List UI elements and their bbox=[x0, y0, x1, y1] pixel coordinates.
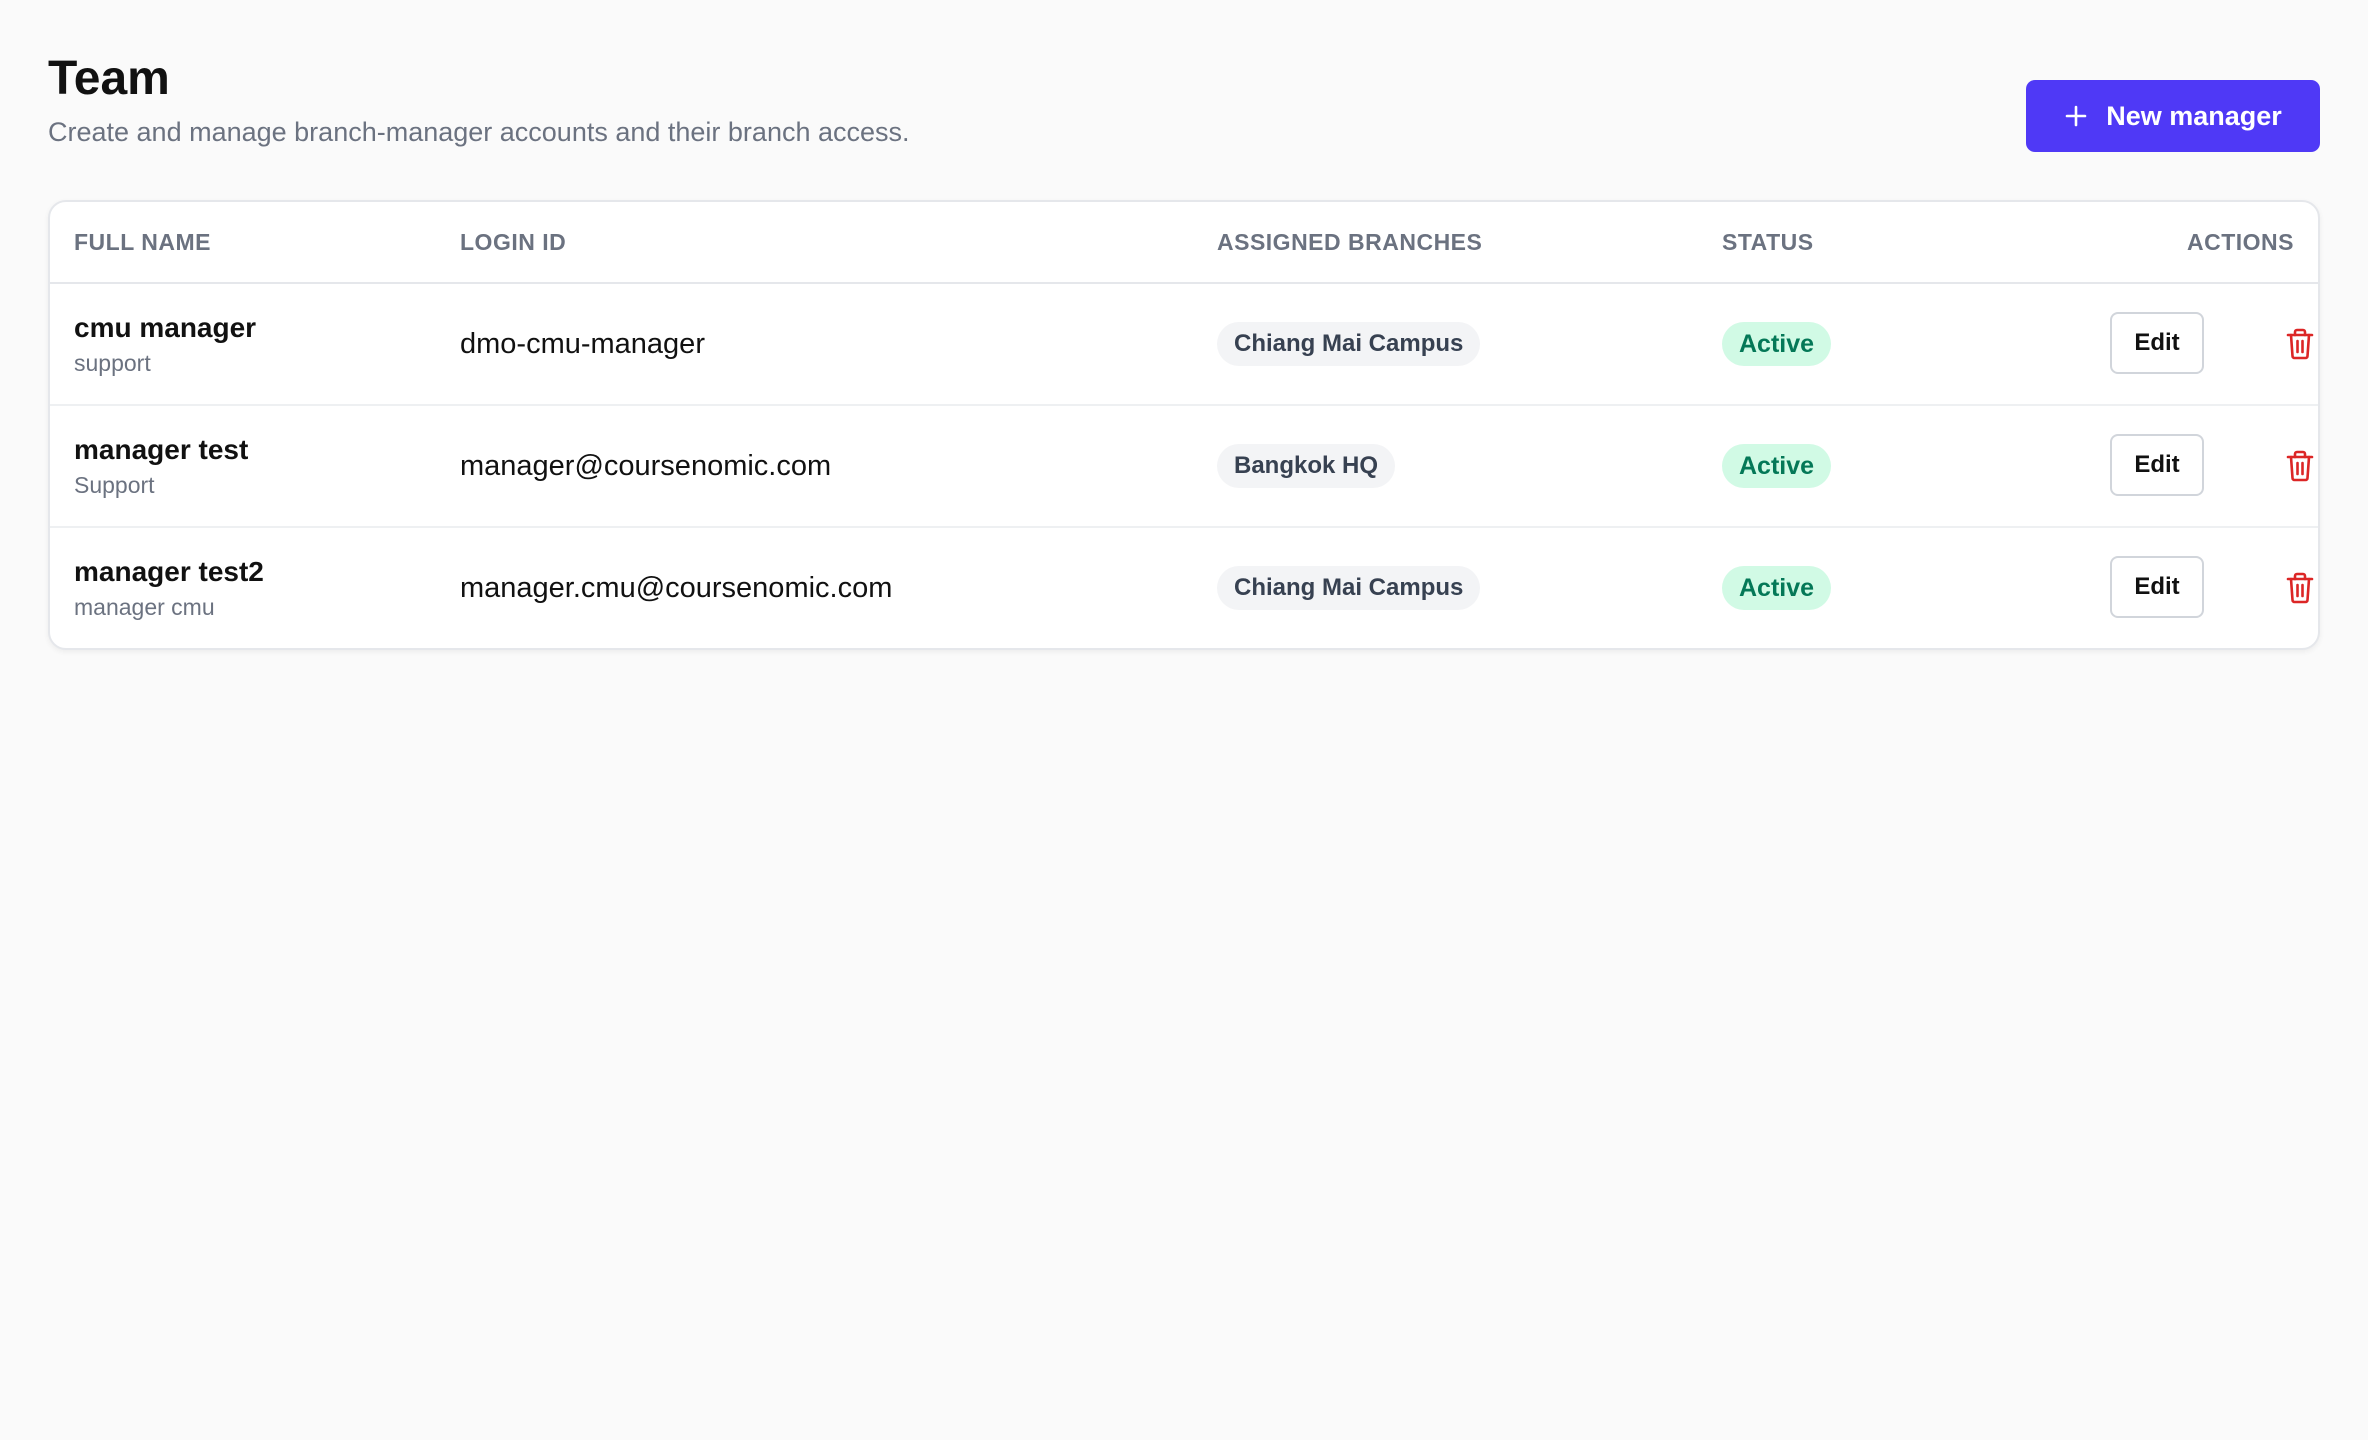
manager-name: manager test bbox=[74, 434, 249, 465]
branches-cell: Chiang Mai Campus bbox=[1217, 284, 1481, 404]
trash-icon bbox=[2286, 450, 2314, 482]
manager-name: manager test2 bbox=[74, 556, 264, 587]
status-badge: Active bbox=[1722, 444, 1832, 488]
login-id-cell: dmo-cmu-manager bbox=[460, 284, 705, 404]
trash-icon bbox=[2286, 328, 2314, 360]
manager-role: Support bbox=[74, 472, 155, 498]
status-cell: Active bbox=[1722, 284, 1832, 404]
edit-button[interactable]: Edit bbox=[2110, 556, 2204, 618]
column-header-status: STATUS bbox=[1722, 228, 1814, 255]
full-name-cell: cmu manager support bbox=[74, 284, 256, 404]
full-name-cell: manager test2 manager cmu bbox=[74, 528, 264, 648]
column-header-full-name: FULL NAME bbox=[74, 228, 211, 255]
new-manager-button[interactable]: New manager bbox=[2026, 80, 2320, 152]
edit-button[interactable]: Edit bbox=[2110, 434, 2204, 496]
manager-role: support bbox=[74, 350, 151, 376]
status-badge: Active bbox=[1722, 322, 1832, 366]
column-header-actions: ACTIONS bbox=[2187, 228, 2294, 255]
page-subtitle: Create and manage branch-manager account… bbox=[48, 117, 910, 147]
page-header: Team Create and manage branch-manager ac… bbox=[48, 50, 910, 150]
team-page: Team Create and manage branch-manager ac… bbox=[0, 0, 2368, 1440]
table-row: manager test Support manager@coursenomic… bbox=[50, 406, 2318, 528]
status-cell: Active bbox=[1722, 528, 1832, 648]
delete-button[interactable] bbox=[2284, 448, 2316, 484]
delete-button[interactable] bbox=[2284, 326, 2316, 362]
branches-cell: Bangkok HQ bbox=[1217, 406, 1396, 526]
status-cell: Active bbox=[1722, 406, 1832, 526]
status-badge: Active bbox=[1722, 566, 1832, 610]
column-header-assigned-branches: ASSIGNED BRANCHES bbox=[1217, 228, 1483, 255]
table-body: cmu manager support dmo-cmu-manager Chia… bbox=[50, 284, 2318, 648]
login-id: dmo-cmu-manager bbox=[460, 327, 705, 360]
delete-button[interactable] bbox=[2284, 570, 2316, 606]
new-manager-button-label: New manager bbox=[2106, 100, 2282, 131]
page-title: Team bbox=[48, 52, 170, 105]
branch-badge: Chiang Mai Campus bbox=[1217, 566, 1481, 610]
manager-name: cmu manager bbox=[74, 312, 257, 343]
branches-cell: Chiang Mai Campus bbox=[1217, 528, 1481, 648]
login-id-cell: manager.cmu@coursenomic.com bbox=[460, 528, 892, 648]
full-name-cell: manager test Support bbox=[74, 406, 248, 526]
login-id: manager.cmu@coursenomic.com bbox=[460, 571, 893, 604]
trash-icon bbox=[2286, 572, 2314, 604]
table-header: FULL NAME LOGIN ID ASSIGNED BRANCHES STA… bbox=[50, 202, 2318, 284]
column-header-login-id: LOGIN ID bbox=[460, 228, 567, 255]
plus-icon bbox=[2064, 104, 2088, 128]
login-id: manager@coursenomic.com bbox=[460, 449, 832, 482]
login-id-cell: manager@coursenomic.com bbox=[460, 406, 831, 526]
edit-button[interactable]: Edit bbox=[2110, 312, 2204, 374]
manager-role: manager cmu bbox=[74, 594, 215, 620]
table-row: cmu manager support dmo-cmu-manager Chia… bbox=[50, 284, 2318, 406]
managers-table: FULL NAME LOGIN ID ASSIGNED BRANCHES STA… bbox=[48, 200, 2320, 650]
table-row: manager test2 manager cmu manager.cmu@co… bbox=[50, 528, 2318, 648]
branch-badge: Chiang Mai Campus bbox=[1217, 322, 1481, 366]
branch-badge: Bangkok HQ bbox=[1217, 444, 1396, 488]
